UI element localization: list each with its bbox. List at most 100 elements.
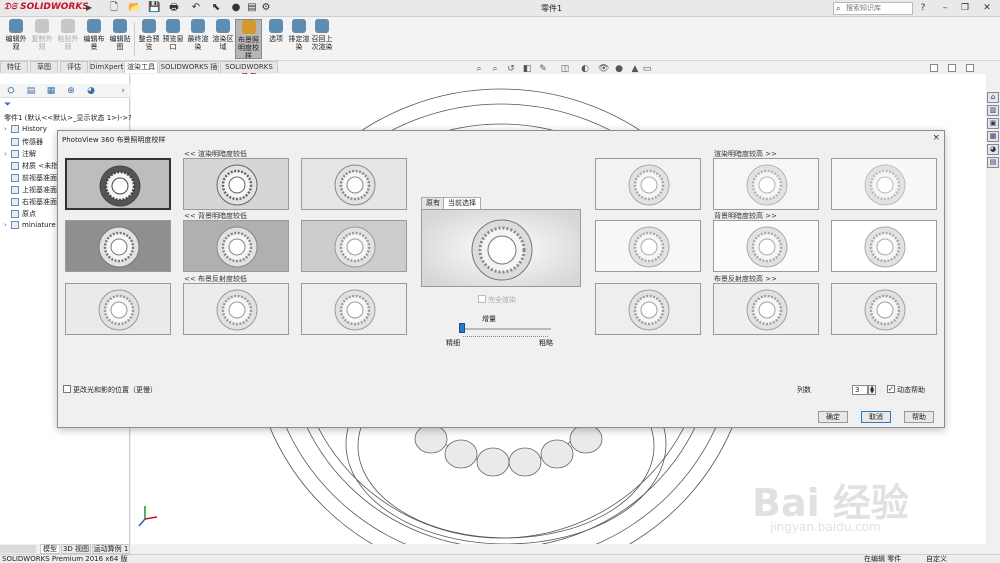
proof-thumbnail[interactable] [831, 220, 937, 272]
expand-arrow-icon[interactable]: › [4, 125, 11, 133]
tab-evaluate[interactable]: 评估 [60, 61, 88, 73]
tree-item-history[interactable]: › History [4, 125, 47, 133]
viewport-tile-icon[interactable] [948, 64, 956, 72]
home-icon[interactable]: ⌂ [987, 92, 999, 103]
change-light-position-checkbox[interactable] [63, 385, 71, 393]
gain-slider-track[interactable] [461, 328, 551, 330]
final-render-button[interactable]: 最终渲染 [185, 19, 211, 59]
expand-arrow-icon[interactable]: › [4, 221, 11, 229]
appearances-icon[interactable]: ◕ [987, 144, 999, 155]
options-gear-icon[interactable]: ⚙ [260, 2, 272, 14]
view-settings-icon[interactable]: ▭ [642, 64, 652, 74]
tree-item-right-plane[interactable]: 右视基准面 [4, 197, 57, 207]
viewport-close-icon[interactable] [966, 64, 974, 72]
feature-tree-tab-icon[interactable]: ⛭ [6, 86, 16, 96]
status-units[interactable]: 自定义 [926, 555, 947, 563]
tab-addins[interactable]: SOLIDWORKS 插件 [159, 61, 219, 82]
close-icon[interactable]: ✕ [980, 2, 994, 14]
edit-scene-button[interactable]: 编辑布景 [81, 19, 107, 59]
section-view-icon[interactable]: ◧ [522, 64, 532, 74]
help-dropdown[interactable]: ? [916, 2, 930, 14]
proof-thumbnail[interactable] [183, 283, 289, 335]
render-region-button[interactable]: 渲染区域 [210, 19, 236, 59]
proof-thumbnail[interactable] [713, 283, 819, 335]
dimxpert-tab-icon[interactable]: ⊕ [66, 86, 76, 96]
tree-item-front-plane[interactable]: 前视基准面 [4, 173, 57, 183]
edit-appearance-button[interactable]: 编辑外观 [3, 19, 29, 59]
horizontal-scrollbar[interactable] [0, 545, 36, 553]
tree-item-sensors[interactable]: 传感器 [4, 137, 43, 147]
dynamic-annotation-icon[interactable]: ✎ [538, 64, 548, 74]
expand-arrow-icon[interactable]: › [4, 150, 11, 158]
edit-appearance-icon[interactable]: ● [614, 64, 624, 74]
undo-icon[interactable]: ↶ [190, 2, 202, 14]
print-icon[interactable]: 🖶 [168, 2, 180, 14]
previous-view-icon[interactable]: ↺ [506, 64, 516, 74]
select-icon[interactable]: ⬉ [210, 2, 222, 14]
proof-thumbnail[interactable] [713, 158, 819, 210]
save-icon[interactable]: 💾 [148, 2, 160, 14]
proof-thumbnail[interactable] [831, 283, 937, 335]
dynamic-help-checkbox[interactable]: ✓ [887, 385, 895, 393]
new-file-icon[interactable]: 🗋 [108, 2, 120, 14]
file-explorer-icon[interactable]: ▣ [987, 118, 999, 129]
gain-slider-thumb[interactable] [459, 323, 465, 333]
tab-3d-views[interactable]: 3D 视图 [61, 544, 91, 554]
menu-expand-icon[interactable]: ▶ [86, 3, 92, 12]
tab-features[interactable]: 特征 [0, 61, 28, 73]
expand-panel-icon[interactable]: › [118, 86, 128, 96]
open-file-icon[interactable]: 📂 [128, 2, 140, 14]
proof-thumbnail[interactable] [65, 283, 171, 335]
cancel-button[interactable]: 取消 [861, 411, 891, 423]
tree-item-miniature[interactable]: › miniature [4, 221, 56, 229]
tab-motion-study[interactable]: 运动算例 1 [92, 544, 130, 554]
integrated-preview-button[interactable]: 整合预览 [136, 19, 162, 59]
proof-thumbnail[interactable] [301, 283, 407, 335]
design-library-icon[interactable]: ▥ [987, 105, 999, 116]
tab-current-selection[interactable]: 当前选择 [443, 197, 481, 209]
columns-spinner[interactable]: ▲ ▼ [868, 385, 876, 395]
custom-properties-icon[interactable]: ▤ [987, 157, 999, 168]
proof-thumbnail[interactable] [595, 158, 701, 210]
dialog-close-icon[interactable]: × [932, 133, 940, 143]
view-palette-icon[interactable]: ▦ [987, 131, 999, 142]
proof-thumbnail[interactable] [65, 220, 171, 272]
configuration-tab-icon[interactable]: ▦ [46, 86, 56, 96]
minimize-icon[interactable]: – [938, 2, 952, 14]
display-manager-tab-icon[interactable]: ◕ [86, 86, 96, 96]
restore-icon[interactable]: ❐ [958, 2, 972, 14]
tab-original[interactable]: 原有 [421, 197, 445, 209]
proof-thumbnail[interactable] [183, 158, 289, 210]
help-button[interactable]: 帮助 [904, 411, 934, 423]
proof-thumbnail[interactable] [301, 220, 407, 272]
tree-root-part[interactable]: 零件1 (默认<<默认>_显示状态 1>)->? [4, 113, 132, 123]
copy-appearance-button[interactable]: 复制外观 [29, 19, 55, 59]
apply-scene-icon[interactable]: ▲ [630, 64, 640, 74]
zoom-to-fit-icon[interactable]: ⌕ [474, 64, 484, 74]
tab-dimxpert[interactable]: DimXpert [89, 61, 123, 73]
rebuild-icon[interactable]: ● [230, 2, 242, 14]
viewport-minimize-icon[interactable] [930, 64, 938, 72]
proof-thumbnail[interactable] [831, 158, 937, 210]
tree-item-top-plane[interactable]: 上视基准面 [4, 185, 57, 195]
tab-mbd[interactable]: SOLIDWORKS MBD [220, 61, 278, 82]
tree-item-annotations[interactable]: › 注解 [4, 149, 36, 159]
file-properties-icon[interactable]: ▤ [246, 2, 258, 14]
tab-sketch[interactable]: 草图 [30, 61, 58, 73]
zoom-area-icon[interactable]: ⌕ [490, 64, 500, 74]
proof-thumbnail[interactable] [65, 158, 171, 210]
edit-decal-button[interactable]: 编辑贴图 [107, 19, 133, 59]
property-manager-tab-icon[interactable]: ▤ [26, 86, 36, 96]
proof-thumbnail[interactable] [595, 283, 701, 335]
full-render-checkbox[interactable] [478, 295, 486, 303]
view-orientation-icon[interactable]: ◫ [560, 64, 570, 74]
filter-icon[interactable]: ⏷ [4, 100, 11, 110]
display-style-icon[interactable]: ◐ [580, 64, 590, 74]
ok-button[interactable]: 确定 [818, 411, 848, 423]
tab-model[interactable]: 模型 [40, 544, 60, 554]
proof-thumbnail[interactable] [183, 220, 289, 272]
hide-show-icon[interactable]: 👁 [598, 64, 609, 74]
recall-last-render-button[interactable]: 召回上次渲染 [309, 19, 335, 59]
columns-input[interactable]: 3 [852, 385, 868, 395]
proof-thumbnail[interactable] [713, 220, 819, 272]
